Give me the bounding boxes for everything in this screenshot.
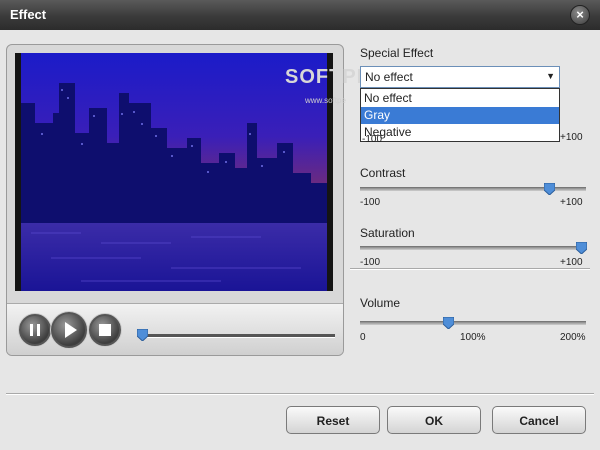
option-gray[interactable]: Gray [361, 107, 559, 124]
volume-min-label: 0 [360, 332, 366, 343]
contrast-max-label: +100 [560, 197, 583, 208]
chevron-down-icon: ▼ [546, 71, 555, 81]
watermark-text: SOFTPE [285, 66, 372, 88]
stop-button[interactable] [89, 314, 121, 346]
saturation-max-label: +100 [560, 257, 583, 268]
brightness-max-label: +100 [560, 132, 583, 143]
saturation-min-label: -100 [360, 257, 381, 268]
preview-panel [6, 44, 344, 356]
footer-divider [6, 393, 594, 395]
reset-button[interactable]: Reset [286, 406, 380, 434]
play-button[interactable] [51, 312, 87, 348]
option-negative[interactable]: Negative [361, 124, 559, 141]
contrast-min-label: -100 [360, 197, 381, 208]
stop-icon [99, 324, 111, 336]
section-divider [350, 268, 590, 270]
volume-label: Volume [360, 296, 401, 310]
contrast-label: Contrast [360, 166, 406, 180]
volume-mid-label: 100% [460, 332, 486, 343]
volume-thumb[interactable] [442, 317, 454, 329]
brightness-min-label: -100 [362, 134, 383, 145]
close-icon[interactable]: × [570, 5, 590, 25]
option-no-effect[interactable]: No effect [361, 90, 559, 107]
special-effect-select[interactable]: No effect ▼ [360, 66, 560, 88]
saturation-label: Saturation [360, 226, 415, 240]
watermark-url: www.softpe [305, 96, 346, 105]
special-effect-label: Special Effect [360, 46, 434, 60]
play-icon [65, 322, 77, 338]
window-title: Effect [10, 7, 47, 22]
ok-button[interactable]: OK [387, 406, 481, 434]
volume-max-label: 200% [560, 332, 586, 343]
pause-icon [30, 324, 40, 336]
contrast-thumb[interactable] [544, 183, 556, 195]
title-bar: Effect × [0, 0, 600, 30]
saturation-slider[interactable] [360, 246, 586, 250]
playback-controls [7, 303, 343, 355]
volume-slider[interactable] [360, 321, 586, 325]
special-effect-value: No effect [365, 70, 413, 84]
saturation-thumb[interactable] [575, 242, 587, 254]
seek-thumb[interactable] [137, 329, 149, 341]
pause-button[interactable] [19, 314, 51, 346]
cancel-button[interactable]: Cancel [492, 406, 586, 434]
special-effect-dropdown: No effect Gray Negative [360, 88, 560, 142]
seek-bar[interactable] [139, 334, 335, 338]
city-skyline-image [21, 53, 327, 291]
